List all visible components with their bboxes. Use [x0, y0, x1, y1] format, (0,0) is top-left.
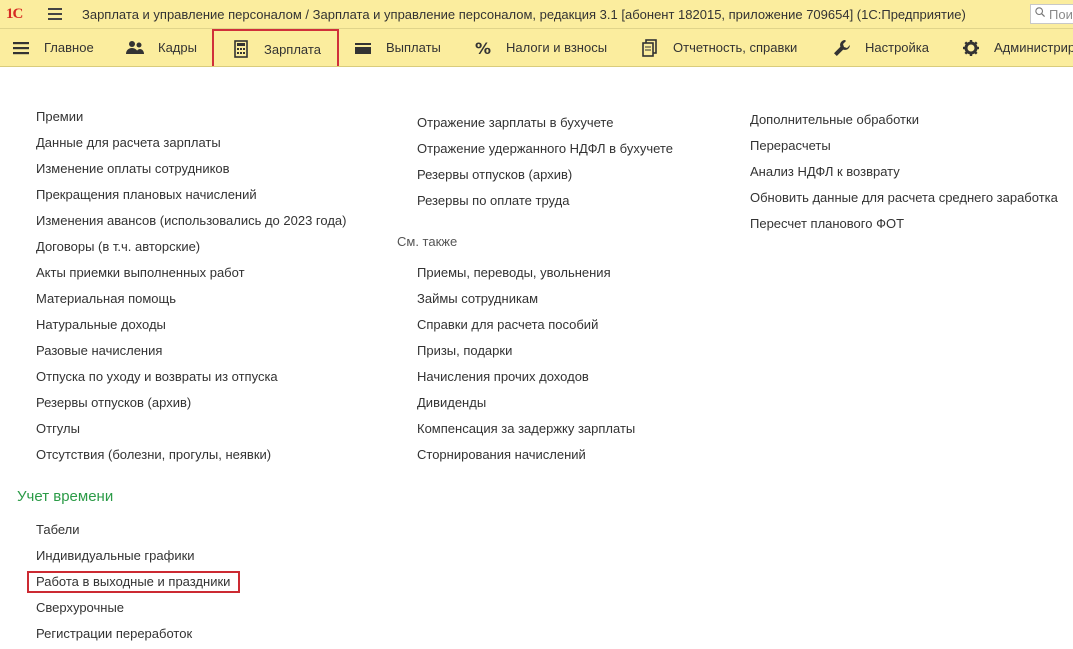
link-vacation-reserves-archive[interactable]: Резервы отпусков (архив) [417, 167, 572, 182]
link-benefit-certificates[interactable]: Справки для расчета пособий [417, 317, 598, 332]
link-overtime[interactable]: Сверхурочные [36, 600, 124, 615]
gear-icon [963, 39, 979, 56]
link-parental-leave[interactable]: Отпуска по уходу и возвраты из отпуска [36, 369, 278, 384]
link-absences[interactable]: Отсутствия (болезни, прогулы, неявки) [36, 447, 271, 462]
percent-icon: % [475, 39, 491, 57]
link-employee-loans[interactable]: Займы сотрудникам [417, 291, 538, 306]
svg-text:%: % [475, 39, 491, 57]
link-holiday-work[interactable]: Работа в выходные и праздники [27, 571, 241, 593]
link-ndfl-refund-analysis[interactable]: Анализ НДФЛ к возврату [750, 164, 900, 179]
link-recalculations[interactable]: Перерасчеты [750, 138, 831, 153]
menu-item-settings[interactable]: Настройка [833, 29, 929, 66]
link-ndfl-reflection[interactable]: Отражение удержанного НДФЛ в бухучете [417, 141, 673, 156]
menu-label: Главное [44, 40, 94, 55]
link-contracts[interactable]: Договоры (в т.ч. авторские) [36, 239, 200, 254]
search-placeholder: Поиск [1049, 7, 1073, 22]
link-delay-compensation[interactable]: Компенсация за задержку зарплаты [417, 421, 635, 436]
main-menu-icon[interactable] [48, 8, 62, 20]
link-individual-schedules[interactable]: Индивидуальные графики [36, 548, 195, 563]
link-update-average-earnings[interactable]: Обновить данные для расчета среднего зар… [750, 190, 1058, 205]
menu-label: Отчетность, справки [673, 40, 798, 55]
list-icon [13, 41, 29, 54]
link-additional-processing[interactable]: Дополнительные обработки [750, 112, 919, 127]
wrench-icon [834, 39, 850, 56]
link-planned-payroll-recalc[interactable]: Пересчет планового ФОТ [750, 216, 904, 231]
documents-icon [642, 38, 657, 57]
link-acceptance-acts[interactable]: Акты приемки выполненных работ [36, 265, 245, 280]
link-reversals[interactable]: Сторнирования начислений [417, 447, 586, 462]
link-one-time-accruals[interactable]: Разовые начисления [36, 343, 162, 358]
link-vacation-reserves[interactable]: Резервы отпусков (архив) [36, 395, 191, 410]
link-labor-reserves[interactable]: Резервы по оплате труда [417, 193, 569, 208]
wallet-icon [355, 42, 371, 54]
see-also-heading: См. также [397, 234, 458, 249]
menu-label: Зарплата [264, 41, 321, 57]
link-hiring-transfers[interactable]: Приемы, переводы, увольнения [417, 265, 611, 280]
section-menu-bar: Главное Кадры Зарплата Выплаты % Налоги … [0, 29, 1073, 67]
link-in-kind-income[interactable]: Натуральные доходы [36, 317, 166, 332]
menu-label: Кадры [158, 40, 197, 55]
menu-item-taxes[interactable]: % Налоги и взносы [474, 29, 607, 66]
menu-item-hr[interactable]: Кадры [126, 29, 197, 66]
users-icon [126, 40, 144, 54]
link-payroll-data[interactable]: Данные для расчета зарплаты [36, 135, 221, 150]
link-financial-aid[interactable]: Материальная помощь [36, 291, 176, 306]
menu-label: Выплаты [386, 40, 441, 55]
link-advance-changes[interactable]: Изменения авансов (использовались до 202… [36, 213, 346, 228]
menu-label: Администрирование [994, 40, 1073, 55]
menu-item-main[interactable]: Главное [12, 29, 94, 66]
app-logo: 1С [6, 6, 23, 22]
link-dividends[interactable]: Дивиденды [417, 395, 486, 410]
menu-item-admin[interactable]: Администрирование [962, 29, 1073, 66]
menu-label: Настройка [865, 40, 929, 55]
section-title-time-tracking: Учет времени [17, 488, 114, 505]
menu-item-reports[interactable]: Отчетность, справки [641, 29, 797, 66]
link-overwork-registrations[interactable]: Регистрации переработок [36, 626, 192, 641]
link-pay-change[interactable]: Изменение оплаты сотрудников [36, 161, 230, 176]
link-stop-accruals[interactable]: Прекращения плановых начислений [36, 187, 257, 202]
title-bar: 1С Зарплата и управление персоналом / За… [0, 0, 1073, 29]
menu-item-payments[interactable]: Выплаты [354, 29, 441, 66]
search-icon [1035, 7, 1045, 17]
menu-item-salary[interactable]: Зарплата [212, 29, 339, 66]
link-time-off[interactable]: Отгулы [36, 421, 80, 436]
menu-label: Налоги и взносы [506, 40, 608, 55]
link-bonuses[interactable]: Премии [36, 109, 83, 124]
window-title: Зарплата и управление персоналом / Зарпл… [82, 7, 966, 22]
link-timesheets[interactable]: Табели [36, 522, 80, 537]
search-input[interactable]: Поиск [1030, 4, 1073, 24]
calculator-icon [234, 40, 248, 58]
link-prizes-gifts[interactable]: Призы, подарки [417, 343, 512, 358]
link-other-income[interactable]: Начисления прочих доходов [417, 369, 589, 384]
link-accounting-reflection[interactable]: Отражение зарплаты в бухучете [417, 115, 613, 130]
